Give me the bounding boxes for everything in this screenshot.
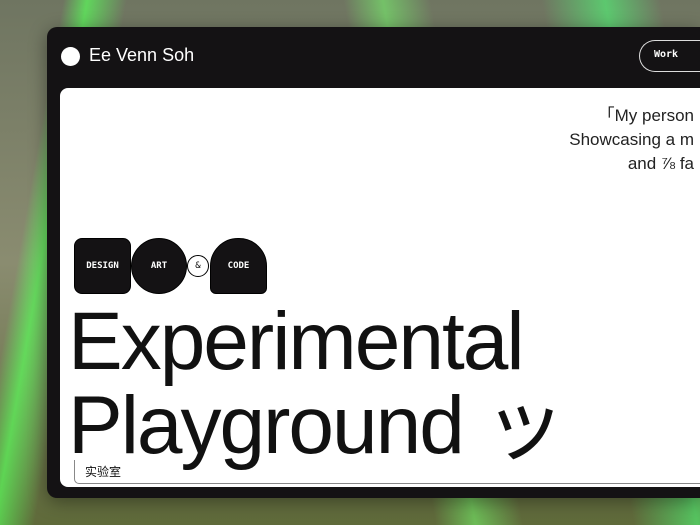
tagline-line: 「My person xyxy=(597,106,694,125)
chip-code: CODE xyxy=(210,238,267,294)
work-button[interactable]: Work xyxy=(639,40,700,72)
app-window: Ee Venn Soh Work 「My person Showcasing a… xyxy=(47,27,700,498)
chip-design: DESIGN xyxy=(74,238,131,294)
subtitle-box: 实验室 xyxy=(74,460,700,484)
logo-circle-icon[interactable] xyxy=(61,47,80,66)
hero-title-line: Playground ッ xyxy=(68,380,566,471)
subtitle: 实验室 xyxy=(85,465,122,479)
hero-title: Experimental Playground ッ xyxy=(68,296,566,471)
hero-panel: 「My person Showcasing a m and ⅞ fa DESIG… xyxy=(60,88,700,487)
chip-ampersand: & xyxy=(187,255,209,277)
tagline-line: and ⅞ fa xyxy=(627,154,694,173)
chip-art: ART xyxy=(131,238,187,294)
tagline-line: Showcasing a m xyxy=(569,130,694,149)
hero-title-line: Experimental xyxy=(68,296,525,387)
brand-name[interactable]: Ee Venn Soh xyxy=(89,45,194,66)
work-button-label: Work xyxy=(654,49,679,60)
tagline: 「My person Showcasing a m and ⅞ fa xyxy=(569,104,694,176)
